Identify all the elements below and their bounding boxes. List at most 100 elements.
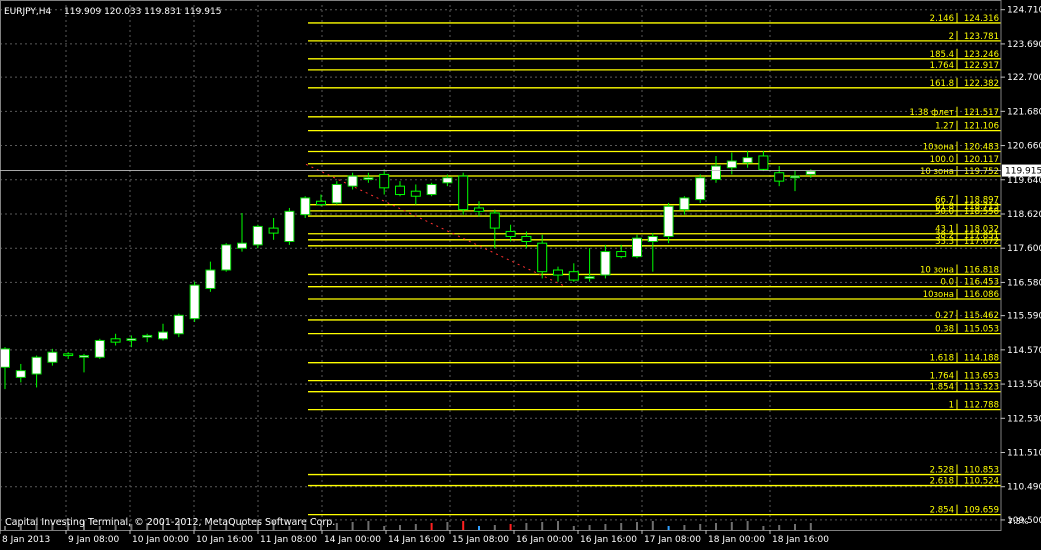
candle-body-bear [395,185,405,196]
candle [790,171,800,192]
candle [679,196,690,215]
candle-body-bull [205,269,216,289]
y-tick-label: 122.700 [1007,73,1041,83]
candle [31,355,42,388]
candle-body-bull [726,160,737,169]
volume-bar [699,524,702,530]
level-price-label: 116.453 [964,278,999,288]
candle [363,172,374,183]
level-price-label: 118.558 [964,207,999,217]
ohlc-values: 119.909 120.033 119.831 119.915 [64,7,221,17]
level-price-label: 114.188 [964,354,999,364]
candle-body-bull [237,242,247,249]
candle-body-bull [158,331,168,340]
y-tick-label: 123.690 [1007,40,1041,50]
candle-body-bear [553,269,563,276]
x-tick-label: 14 Jan 16:00 [388,535,445,545]
volume-bar [478,526,480,530]
level-ratio-label: 1.854 [930,383,954,393]
level-price-label: 110.853 [964,466,999,476]
candle [426,182,437,197]
candle-body-bear [774,172,785,182]
candle [300,196,311,219]
volume-bar [509,524,512,530]
x-tick-label: 16 Jan 00:00 [516,535,573,545]
level-price-label: 121.106 [964,122,999,132]
candle [616,244,627,259]
candle-body-bull [442,177,453,184]
level-ratio-label: 100.0 [930,155,954,165]
candle [15,363,26,383]
candle-body-bull [426,183,437,196]
level-ratio-label: 1.764 [930,372,954,382]
level-ratio-label: 2 [949,32,954,42]
x-tick-label: 16 Jan 16:00 [580,535,637,545]
candle-body-bear [474,207,484,212]
chart-window[interactable]: 2.146 124.316 2 123.781 185.4 123.246 1.764 122… [0,0,1041,546]
level-price-label: 115.462 [964,311,999,321]
candle-body-bear [110,338,121,343]
y-tick-label: 120.660 [1007,142,1041,152]
volume-bar [746,521,749,530]
candle-body-bull [0,348,10,368]
candle-body-bull [221,244,232,271]
symbol-label: EURJPY,H4 [4,7,52,17]
candle-body-bull [252,225,263,246]
level-price-label: 116.818 [964,265,999,275]
level-ratio-label: 1.27 [935,122,954,132]
level-ratio-label: 10зона [923,142,954,152]
candle-body-bear [568,271,579,281]
candle-body-bull [173,314,184,335]
candle [600,244,611,279]
y-tick-label: 112.530 [1007,414,1041,424]
level-ratio-label: 0.0 [940,278,954,288]
volume-bar [651,521,654,530]
volume-bar [730,522,733,530]
candle [110,333,121,346]
candle-body-bull [189,284,200,320]
y-tick-label: 110.490 [1007,483,1041,493]
candle [47,348,58,366]
candle-body-bull [47,351,58,363]
level-price-label: 112.788 [964,401,999,411]
volume-bar [525,523,528,530]
level-ratio-label: 1.38 флет [909,108,954,118]
candle [237,212,247,252]
volume-bar [588,525,591,530]
level-ratio-label: 1.764 [930,61,954,71]
x-tick-label: 8 Jan 2013 [2,535,50,545]
candlestick-chart[interactable]: 2.146 124.316 2 123.781 185.4 123.246 1.764 122… [0,0,1041,546]
level-ratio-label: 33.3 [935,237,954,247]
candle [331,181,342,205]
level-price-label: 120.117 [964,155,999,165]
x-tick-label: 9 Jan 08:00 [68,535,120,545]
level-ratio-label: 10 зона [920,265,954,275]
level-ratio-label: 185.4 [930,50,954,60]
volume-bar [794,524,796,530]
candle-body-bull [79,355,89,358]
candle [647,233,658,272]
volume-bar [462,521,465,530]
volume-bar [351,522,354,530]
y-tick-label: 116.580 [1007,278,1041,288]
candle [537,234,548,279]
level-ratio-label: 1 [949,401,954,411]
candle-body-bear [458,175,469,211]
candle-body-bear [616,251,627,258]
level-price-label: 115.053 [964,325,999,335]
y-tick-label: 119.640 [1007,176,1041,186]
candle-body-bull [300,197,311,216]
level-ratio-label: 50.0 [935,207,954,217]
level-price-label: 109.659 [964,506,999,516]
volume-bar [572,526,575,530]
candle-body-bear [268,227,279,234]
candle-body-bear [489,212,500,229]
candle [379,169,390,195]
volume-bar [430,523,433,530]
candle [726,152,737,175]
level-price-label: 119.752 [964,167,999,177]
candle [632,234,642,259]
candle [173,313,184,338]
candle [458,172,469,215]
candle-body-bull [94,339,105,358]
